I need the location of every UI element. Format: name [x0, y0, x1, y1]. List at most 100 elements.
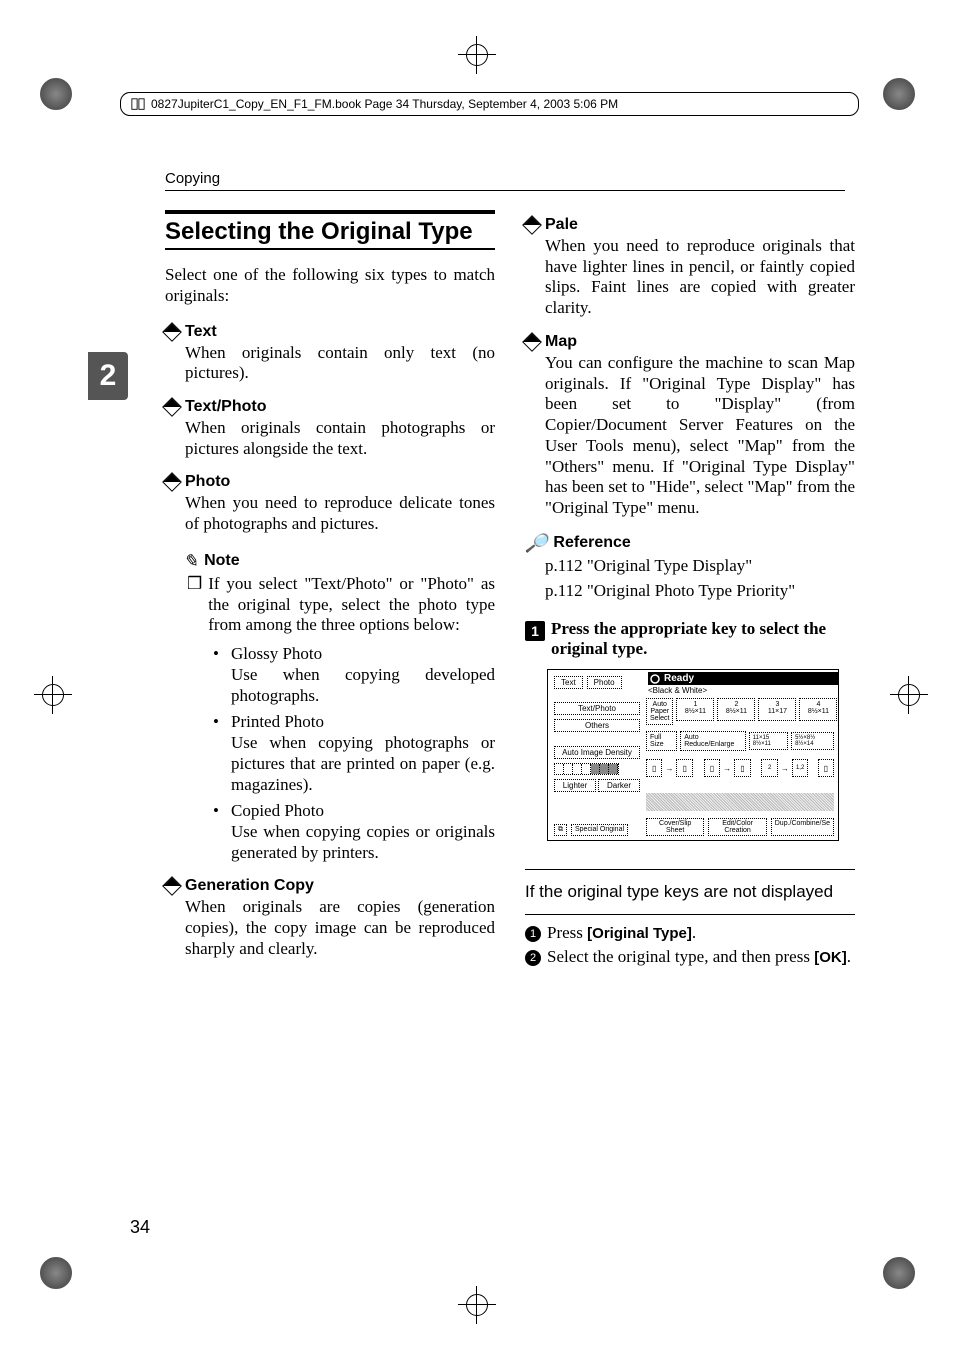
diamond-icon [162, 877, 182, 897]
head-label: Pale [545, 216, 578, 234]
panel-bottom-btn: Dup./Combine/Se [771, 818, 834, 836]
step-1: 1 Press the appropriate key to select th… [525, 619, 855, 659]
head-label: Text [185, 323, 217, 341]
panel-right-area: Auto Paper Select 18½×11 28½×11 311×17 4… [646, 698, 834, 777]
head-label: Photo [185, 473, 230, 491]
note-label: Note [204, 552, 240, 570]
panel-fullsize: Full Size [646, 731, 677, 751]
panel-ready-label: Ready [664, 673, 694, 684]
reference-heading: 🔎 Reference [525, 533, 855, 554]
panel-icon-cell: ⧉ [554, 824, 567, 836]
header-text: 0827JupiterC1_Copy_EN_F1_FM.book Page 34… [151, 97, 618, 111]
rule [525, 869, 855, 870]
body-text: When originals are copies (generation co… [185, 897, 495, 959]
crosshair-top [462, 40, 492, 70]
section-title-text: Selecting the Original Type [165, 218, 495, 246]
key-label: [OK] [814, 949, 847, 966]
panel-autoreduce: Auto Reduce/Enlarge [680, 731, 746, 751]
sub-step: 1 Press [Original Type]. [525, 923, 855, 943]
step-circle-icon: 2 [525, 950, 541, 966]
panel-sizes-b: 5½×8½ 8½×14 [791, 732, 834, 750]
panel-shadow [646, 793, 834, 811]
tray-1: 18½×11 [676, 698, 714, 721]
box-bullet-icon: ❒ [187, 574, 202, 636]
panel-left-buttons: Text/Photo Others Auto Image Density Lig… [554, 702, 640, 792]
bullet-icon: • [213, 712, 223, 795]
intro-text: Select one of the following six types to… [165, 264, 495, 307]
tray-2: 28½×11 [717, 698, 755, 721]
step-number-icon: 1 [525, 621, 545, 641]
right-column: Pale When you need to reproduce original… [525, 210, 855, 971]
print-mark-br [883, 1257, 919, 1293]
magnifier-icon: 🔎 [525, 533, 547, 554]
pencil-icon: ✎ [183, 551, 198, 572]
bullet-desc: Use when copying copies or originals gen… [231, 822, 495, 862]
control-panel-figure: Text Photo Ready <Black & White> Text/Ph… [547, 669, 839, 841]
head-generation: Generation Copy [165, 877, 495, 895]
tray-3: 311×17 [758, 698, 796, 721]
page-icon: ▯ [646, 759, 662, 777]
head-photo: Photo [165, 473, 495, 491]
print-mark-tr [883, 78, 919, 114]
panel-tab-text: Text [554, 676, 583, 689]
list-item: • Printed Photo Use when copying photogr… [213, 712, 495, 795]
chapter-tab: 2 [88, 352, 128, 400]
tray-4: 48½×11 [799, 698, 837, 721]
bullet-name: Glossy Photo [231, 644, 322, 663]
bullet-body: Printed Photo Use when copying photograp… [231, 712, 495, 795]
panel-row-sizes: Full Size Auto Reduce/Enlarge 11×15 8½×1… [646, 731, 834, 751]
running-head-rule [165, 190, 845, 191]
panel-trays: 18½×11 28½×11 311×17 48½×11 [676, 698, 837, 721]
panel-bottom-row: Cover/Slip Sheet Edit/Color Creation Dup… [646, 818, 834, 836]
sub-procedure-steps: 1 Press [Original Type]. 2 Select the or… [525, 923, 855, 967]
key-label: [Original Type] [587, 925, 692, 942]
note-heading: ✎ Note [183, 551, 495, 572]
note-list: ❒ If you select "Text/Photo" or "Photo" … [187, 574, 495, 636]
panel-special-original: Special Original [571, 824, 628, 836]
sub-procedure-title: If the original type keys are not displa… [525, 878, 855, 906]
page-icon: ▯ [818, 759, 834, 777]
head-text: Text [165, 323, 495, 341]
list-item: ❒ If you select "Text/Photo" or "Photo" … [187, 574, 495, 636]
reference-item: p.112 "Original Photo Type Priority" [545, 581, 855, 602]
density-meter [554, 763, 619, 775]
rule [525, 914, 855, 915]
list-item: • Copied Photo Use when copying copies o… [213, 801, 495, 863]
panel-btn-darker: Darker [598, 779, 640, 792]
sub-step: 2 Select the original type, and then pre… [525, 947, 855, 967]
page-icon: ▯ [676, 759, 692, 777]
head-pale: Pale [525, 216, 855, 234]
reference-item: p.112 "Original Type Display" [545, 556, 855, 577]
body-text: When you need to reproduce delicate tone… [185, 493, 495, 534]
diamond-icon [522, 215, 542, 235]
panel-btn: Others [554, 719, 640, 732]
diamond-icon [162, 473, 182, 493]
bullet-desc: Use when copying photographs or pictures… [231, 733, 495, 793]
panel-btn: Auto Image Density [554, 746, 640, 759]
framemaker-header: 0827JupiterC1_Copy_EN_F1_FM.book Page 34… [120, 92, 859, 116]
reference-label: Reference [553, 534, 630, 552]
sub-procedure: If the original type keys are not displa… [525, 861, 855, 971]
step-text: Press the appropriate key to select the … [551, 619, 855, 659]
head-label: Map [545, 333, 577, 351]
page-icon: 1,2 [792, 759, 808, 777]
crosshair-bottom [462, 1290, 492, 1320]
book-icon [131, 97, 145, 111]
page-icon: ▯ [734, 759, 750, 777]
crosshair-right [894, 680, 924, 710]
bullet-desc: Use when copying developed photographs. [231, 665, 495, 705]
left-column: Selecting the Original Type Select one o… [165, 210, 495, 971]
panel-bottom-btn: Cover/Slip Sheet [646, 818, 704, 836]
head-label: Text/Photo [185, 398, 266, 416]
ready-circle-icon [650, 674, 660, 684]
running-head: Copying [165, 170, 220, 187]
page-number: 34 [130, 1217, 150, 1238]
panel-btn: Text/Photo [554, 702, 640, 715]
section-title: Selecting the Original Type [165, 210, 495, 250]
bullet-name: Copied Photo [231, 801, 324, 820]
sub-step-text: Select the original type, and then press… [547, 947, 851, 967]
panel-tab-photo: Photo [587, 676, 622, 689]
body-text: You can configure the machine to scan Ma… [545, 353, 855, 519]
sub-step-text: Press [Original Type]. [547, 923, 696, 943]
panel-ready-bar: Ready [648, 672, 839, 685]
